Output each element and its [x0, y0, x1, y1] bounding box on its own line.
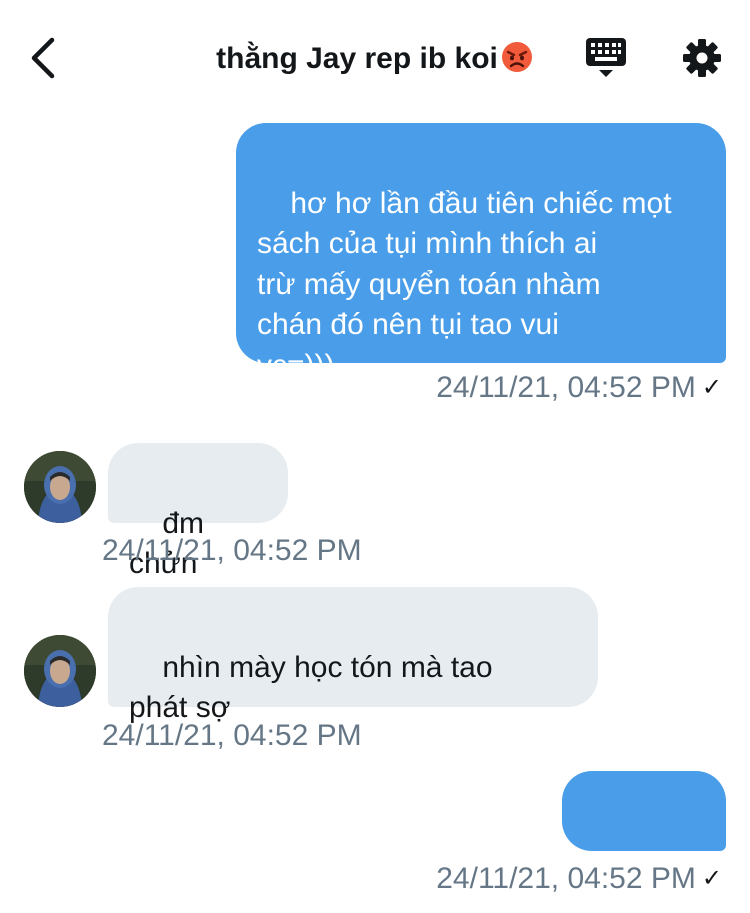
hooded-person-avatar-image: [24, 451, 96, 523]
dm-conversation-screen: thằng Jay rep ib koi hơ hơ lần đầu tiên …: [0, 0, 750, 913]
outgoing-message-bubble[interactable]: ýe=))))): [562, 771, 726, 908]
timestamp-text: 24/11/21, 04:52 PM: [102, 534, 362, 567]
conversation-title-text: thằng Jay rep ib koi: [216, 42, 498, 75]
read-check-icon: ✓: [701, 865, 722, 892]
conversation-title[interactable]: thằng Jay rep ib koi: [0, 40, 750, 76]
keyboard-icon: [586, 38, 626, 77]
message-timestamp: 24/11/21, 04:52 PM ✓: [436, 862, 722, 896]
angry-face-icon: [501, 42, 532, 72]
read-check-icon: ✓: [701, 374, 722, 401]
message-timestamp: 24/11/21, 04:52 PM: [102, 719, 362, 753]
incoming-message-bubble[interactable]: nhìn mày học tón mà tao phát sợ: [108, 587, 598, 724]
message-timestamp: 24/11/21, 04:52 PM: [102, 534, 362, 568]
hooded-person-avatar-image: [24, 635, 96, 707]
conversation-header: thằng Jay rep ib koi: [0, 0, 750, 110]
timestamp-text: 24/11/21, 04:52 PM: [436, 371, 696, 404]
sender-avatar[interactable]: [24, 451, 96, 523]
sender-avatar[interactable]: [24, 635, 96, 707]
outgoing-message-bubble[interactable]: hơ hơ lần đầu tiên chiếc mọt sách của tụ…: [236, 123, 726, 382]
conversation-settings-button[interactable]: [680, 36, 724, 80]
message-timestamp: 24/11/21, 04:52 PM ✓: [436, 371, 722, 405]
message-text: hơ hơ lần đầu tiên chiếc mọt sách của tụ…: [257, 186, 672, 382]
keyboard-shortcuts-button[interactable]: [584, 36, 628, 80]
timestamp-text: 24/11/21, 04:52 PM: [436, 862, 696, 895]
timestamp-text: 24/11/21, 04:52 PM: [102, 719, 362, 752]
message-text: nhìn mày học tón mà tao phát sợ: [129, 650, 493, 725]
incoming-message-bubble[interactable]: đm chửn: [108, 443, 288, 580]
gear-icon: [683, 39, 721, 77]
